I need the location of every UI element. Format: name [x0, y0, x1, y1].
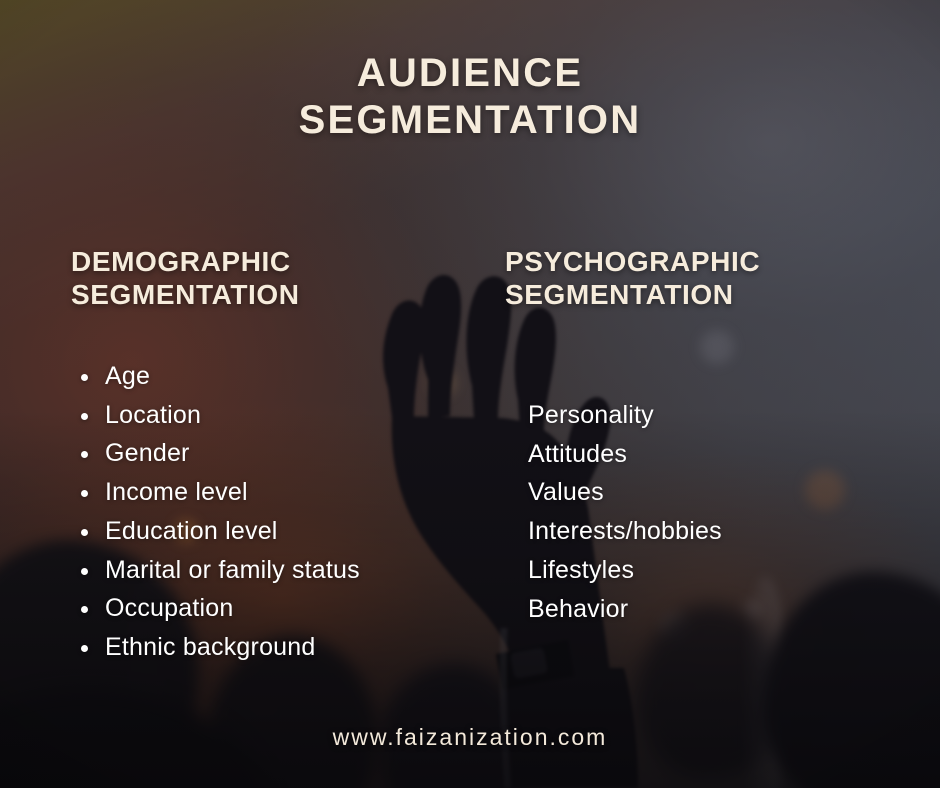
- page-title: AUDIENCE SEGMENTATION: [0, 50, 940, 144]
- list-item: Location: [73, 396, 473, 435]
- list-item: Lifestyles: [528, 555, 635, 584]
- heading-demographic-segmentation: DEMOGRAPHIC SEGMENTATION: [71, 245, 451, 311]
- psychographic-segmentation-list: Personality Attitudes Values Interests/h…: [528, 396, 908, 628]
- website-url[interactable]: www.faizanization.com: [0, 724, 940, 751]
- list-item: Occupation: [73, 589, 473, 628]
- heading-psychographic-segmentation: PSYCHOGRAPHIC SEGMENTATION: [505, 245, 905, 311]
- heading-demographic-line-2: SEGMENTATION: [71, 279, 300, 311]
- list-item: Marital or family status: [73, 551, 473, 590]
- list-item: Ethnic background: [73, 628, 473, 667]
- demographic-segmentation-list: Age Location Gender Income level Educati…: [73, 357, 473, 667]
- heading-demographic-line-1: DEMOGRAPHIC: [71, 246, 291, 278]
- list-item: Attitudes: [528, 439, 628, 468]
- heading-psychographic-line-2: SEGMENTATION: [505, 279, 734, 311]
- page-title-line-2: SEGMENTATION: [298, 97, 642, 142]
- list-item: Gender: [73, 434, 473, 473]
- audience-segmentation-poster: AUDIENCE SEGMENTATION DEMOGRAPHIC SEGMEN…: [0, 0, 940, 788]
- list-item: Values: [528, 478, 604, 507]
- list-item: Interests/hobbies: [528, 517, 722, 546]
- poster-content: AUDIENCE SEGMENTATION DEMOGRAPHIC SEGMEN…: [0, 0, 940, 788]
- list-item: Personality: [528, 401, 654, 429]
- page-title-line-1: AUDIENCE: [356, 50, 584, 95]
- heading-psychographic-line-1: PSYCHOGRAPHIC: [505, 246, 761, 278]
- list-item: Education level: [73, 512, 473, 551]
- list-item: Behavior: [528, 594, 629, 623]
- list-item: Income level: [73, 473, 473, 512]
- list-item: Age: [73, 357, 473, 396]
